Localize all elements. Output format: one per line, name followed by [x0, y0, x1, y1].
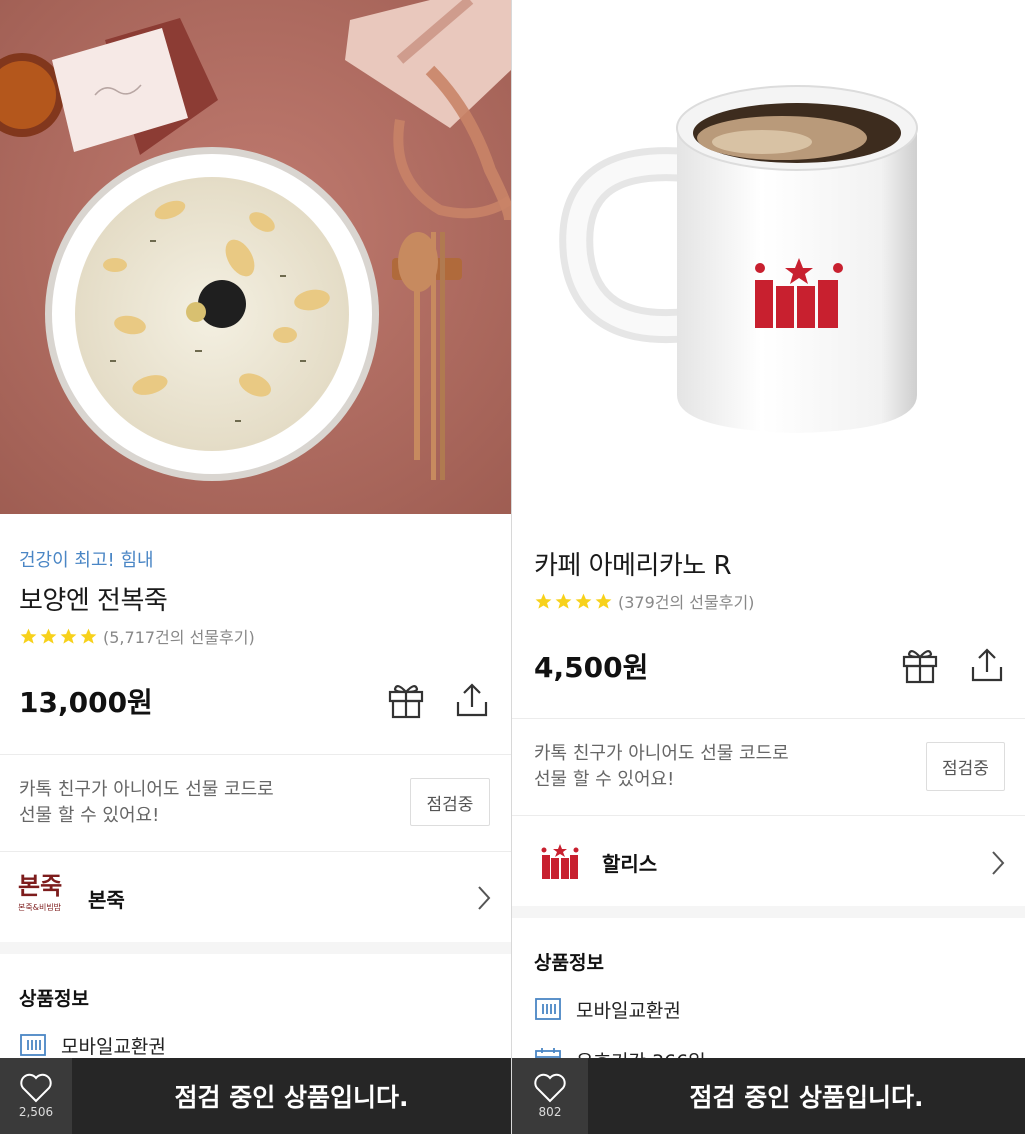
star-icon [40, 628, 57, 644]
gift-code-line-1: 카톡 친구가 아니어도 선물 코드로 [19, 779, 274, 800]
divider [512, 718, 1025, 719]
product-title: 카페 아메리카노 R [534, 551, 732, 581]
star-icon [575, 593, 592, 609]
star-icon [595, 593, 612, 609]
review-count: (5,717건의 선물후기) [103, 628, 255, 647]
star-rating [534, 592, 614, 611]
star-icon [60, 628, 77, 644]
section-title-product-info: 상품정보 [534, 952, 604, 974]
product-subtitle: 건강이 최고! 힘내 [19, 550, 154, 571]
like-count: 802 [538, 1105, 562, 1119]
rating-summary[interactable]: (379건의 선물후기) [534, 589, 754, 613]
maintenance-message: 점검 중인 상품입니다. [689, 1083, 924, 1112]
heart-icon [534, 1073, 566, 1103]
heart-icon [20, 1073, 52, 1103]
bonjuk-logo: 본죽 본죽&비빔밥 [18, 872, 73, 922]
brand-name: 본죽 [88, 888, 125, 912]
gift-code-check-button[interactable]: 점검중 [410, 778, 490, 826]
share-icon [456, 683, 488, 717]
like-button[interactable]: 2,506 [0, 1058, 72, 1134]
info-row-mobile-voucher: 모바일교환권 [534, 995, 681, 1023]
right-product-panel: 카페 아메리카노 R (379건의 선물후기) 4,500원 카톡 친구가 아니… [512, 0, 1025, 1134]
chevron-right-icon [478, 886, 491, 910]
share-button[interactable] [452, 680, 492, 720]
left-product-panel: 건강이 최고! 힘내 보양엔 전복죽 (5,717건의 선물후기) 13,000… [0, 0, 511, 1134]
chevron-right-icon [992, 851, 1005, 875]
brand-row-hollys[interactable]: 할리스 [512, 816, 1025, 906]
like-count: 2,506 [18, 1105, 54, 1119]
ticket-icon [20, 1034, 46, 1056]
like-button[interactable]: 802 [512, 1058, 588, 1134]
section-gap [0, 942, 511, 954]
star-icon [535, 593, 552, 609]
divider [0, 754, 511, 755]
bottom-bar: 2,506 점검 중인 상품입니다. [0, 1058, 511, 1134]
product-image-americano [512, 0, 1025, 514]
rating-summary[interactable]: (5,717건의 선물후기) [19, 624, 255, 648]
gift-code-notice: 카톡 친구가 아니어도 선물 코드로 선물 할 수 있어요! [534, 741, 789, 793]
product-price: 4,500원 [534, 651, 649, 684]
bottom-bar: 802 점검 중인 상품입니다. [512, 1058, 1025, 1134]
hollys-logo [541, 844, 579, 879]
share-icon [971, 648, 1003, 682]
review-count: (379건의 선물후기) [618, 593, 755, 612]
star-icon [80, 628, 97, 644]
bonjuk-logo-subtext: 본죽&비빔밥 [18, 903, 62, 912]
maintenance-message: 점검 중인 상품입니다. [174, 1083, 409, 1112]
brand-name: 할리스 [602, 852, 658, 876]
section-gap [512, 906, 1025, 918]
gift-code-line-1: 카톡 친구가 아니어도 선물 코드로 [534, 743, 789, 764]
share-button[interactable] [967, 645, 1007, 685]
section-title-product-info: 상품정보 [19, 988, 89, 1010]
product-price: 13,000원 [19, 686, 153, 719]
gift-button[interactable] [386, 680, 426, 720]
gift-button[interactable] [900, 645, 940, 685]
info-item-label: 모바일교환권 [61, 1035, 166, 1058]
gift-icon [388, 685, 424, 719]
star-icon [20, 628, 37, 644]
ticket-icon [535, 998, 561, 1020]
product-title: 보양엔 전복죽 [19, 586, 168, 616]
gift-code-check-button[interactable]: 점검중 [926, 742, 1005, 791]
info-item-label: 모바일교환권 [576, 999, 681, 1022]
bonjuk-logo-text: 본죽 [18, 871, 63, 900]
star-icon [555, 593, 572, 609]
brand-row-bonjuk[interactable]: 본죽 본죽&비빔밥 본죽 [0, 852, 511, 942]
info-row-mobile-voucher: 모바일교환권 [19, 1031, 166, 1059]
star-rating [19, 627, 99, 646]
product-image-porridge [0, 0, 511, 514]
gift-code-line-2: 선물 할 수 있어요! [19, 805, 160, 826]
gift-code-line-2: 선물 할 수 있어요! [534, 769, 675, 790]
gift-code-notice: 카톡 친구가 아니어도 선물 코드로 선물 할 수 있어요! [19, 777, 274, 829]
gift-icon [902, 650, 938, 684]
